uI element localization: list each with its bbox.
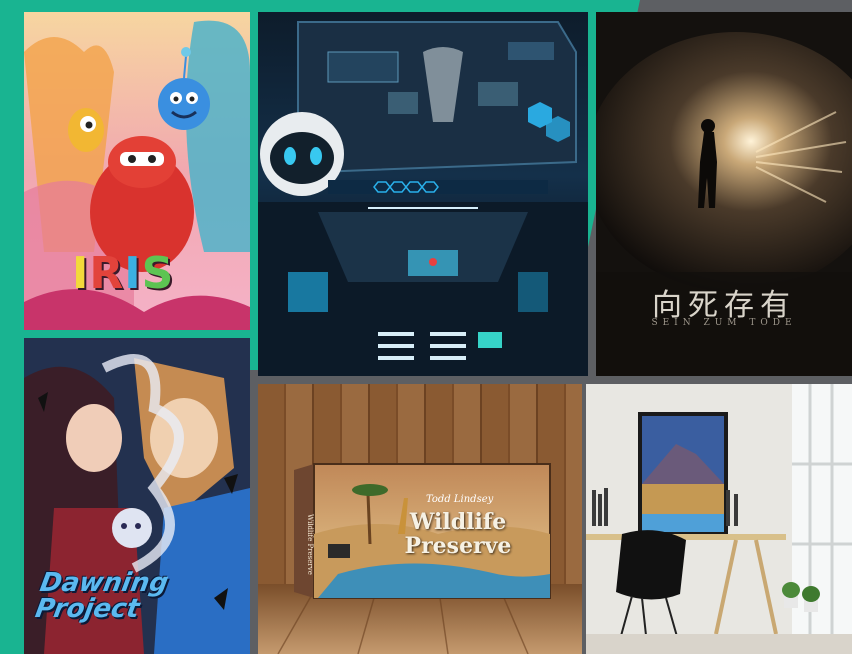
room-mockup-photo[interactable] <box>586 384 852 654</box>
iris-poster[interactable]: IRIS <box>24 12 250 330</box>
scifi-cockpit-scene <box>258 21 588 376</box>
wildlife-title-line: Preserve <box>404 533 512 559</box>
iris-letter: I <box>72 248 90 299</box>
wildlife-author: Todd Lindsey <box>426 494 494 505</box>
wildlife-preserve-box-photo[interactable]: Todd Lindsey Wildlife Preserve Wildlife … <box>258 384 582 654</box>
iris-letter: I <box>124 248 142 299</box>
room-scene <box>586 384 852 654</box>
wildlife-title: Wildlife Preserve <box>398 510 518 558</box>
anime-title: Dawning Project <box>33 568 171 624</box>
horror-poster[interactable]: 向死存有 SEIN ZUM TODE <box>596 12 852 376</box>
iris-title: IRIS <box>72 248 174 299</box>
wildlife-spine-text: Wildlife Preserve <box>306 514 314 575</box>
anime-poster[interactable]: Dawning Project <box>24 338 250 654</box>
scifi-artwork[interactable] <box>258 12 588 376</box>
wildlife-title-line: Wildlife <box>409 509 507 535</box>
iris-letter: S <box>141 248 175 299</box>
horror-subtitle: SEIN ZUM TODE <box>651 318 797 328</box>
iris-letter: R <box>89 248 125 299</box>
